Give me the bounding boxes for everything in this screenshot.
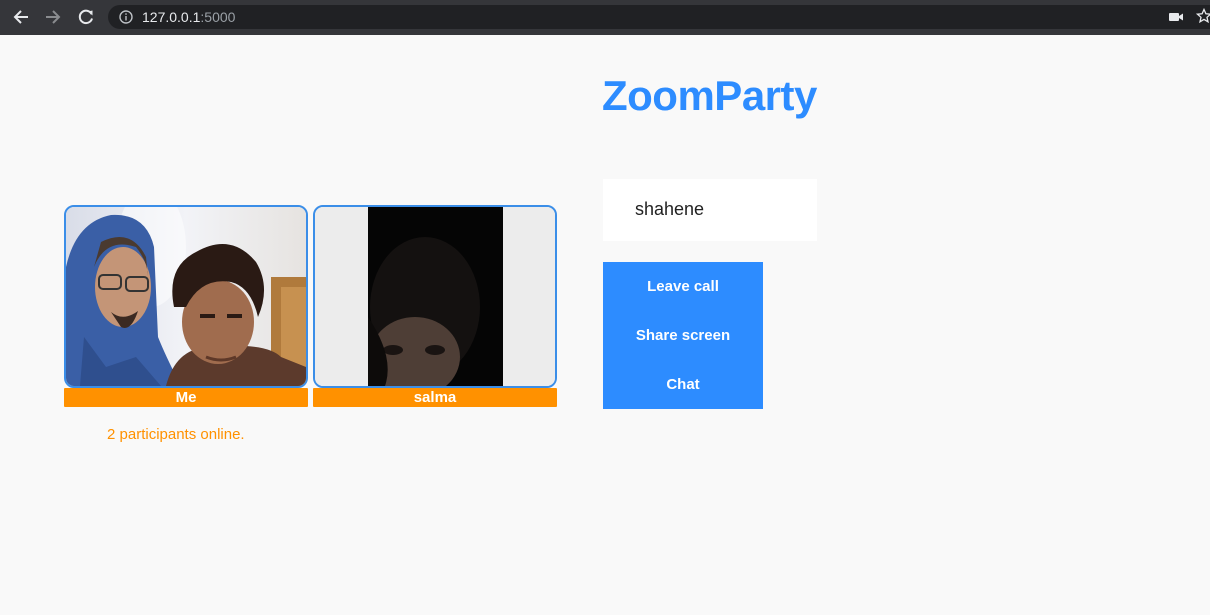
share-screen-button[interactable]: Share screen	[603, 311, 763, 360]
chat-button[interactable]: Chat	[603, 360, 763, 409]
video-tile-me	[64, 205, 308, 388]
forward-arrow-icon[interactable]	[42, 6, 64, 28]
app-title: ZoomParty	[602, 72, 817, 119]
video-tile-salma	[313, 205, 557, 388]
browser-toolbar: 127.0.0.1:5000	[0, 0, 1210, 35]
camera-icon[interactable]	[1168, 10, 1184, 24]
video-feed-salma	[315, 207, 555, 386]
address-bar[interactable]: 127.0.0.1:5000	[108, 5, 1210, 29]
star-icon[interactable]	[1195, 7, 1210, 24]
url-text: 127.0.0.1:5000	[142, 9, 236, 25]
video-feed-me	[66, 207, 306, 386]
username-text: shahene	[635, 199, 705, 219]
info-icon[interactable]	[118, 9, 134, 25]
leave-call-button[interactable]: Leave call	[603, 262, 763, 311]
participants-status: 2 participants online.	[107, 426, 245, 443]
participant-name-tag: salma	[313, 388, 557, 407]
back-arrow-icon[interactable]	[10, 6, 32, 28]
participant-name-tag: Me	[64, 388, 308, 407]
reload-icon[interactable]	[75, 6, 97, 28]
username-display: shahene	[603, 179, 817, 241]
call-controls: Leave call Share screen Chat	[603, 262, 763, 409]
